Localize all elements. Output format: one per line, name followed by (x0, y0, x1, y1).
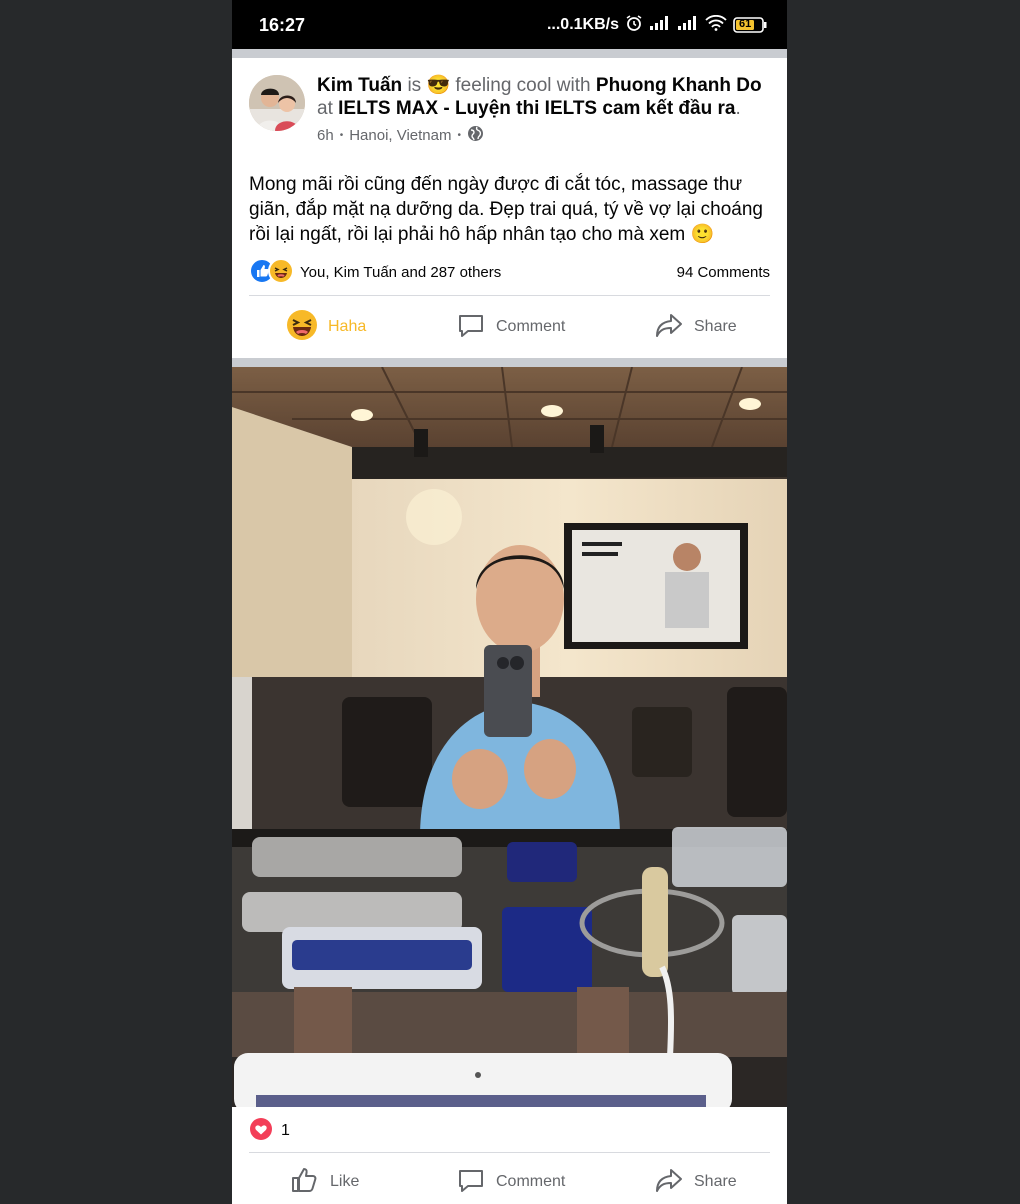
alarm-icon (625, 14, 643, 37)
comment-icon (456, 310, 486, 345)
photo-reactions[interactable]: 1 (249, 1117, 290, 1146)
author-name[interactable]: Kim Tuấn (317, 75, 402, 96)
share-icon-2 (654, 1165, 684, 1200)
share-label: Share (694, 318, 737, 335)
comment-icon-2 (456, 1165, 486, 1200)
network-speed: ...0.1KB/s (546, 16, 619, 33)
actions-divider (249, 295, 770, 296)
feeling-emoji: 😎 (426, 75, 451, 96)
like-button[interactable]: Like (290, 1160, 359, 1204)
photo-separator (232, 358, 787, 367)
status-time: 16:27 (259, 15, 306, 35)
photo-actions-divider (249, 1152, 770, 1153)
globe-icon (467, 125, 484, 146)
post-header-text: Kim Tuấn is 😎 feeling cool with Phuong K… (317, 74, 772, 120)
post-meta: 6h • Hanoi, Vietnam • (317, 125, 484, 146)
signal-icon-2 (677, 15, 699, 36)
tagged-friend[interactable]: Phuong Khanh Do (596, 75, 762, 96)
like-icon (290, 1165, 320, 1200)
battery-level: 61 (739, 18, 752, 30)
comment-label: Comment (496, 318, 566, 335)
share-button[interactable]: Share (654, 302, 737, 352)
photo-share-button[interactable]: Share (654, 1160, 737, 1204)
photo-share-label: Share (694, 1173, 737, 1190)
status-bar: 16:27 ...0.1KB/s 61 (232, 0, 787, 49)
signal-icon (649, 15, 671, 36)
post-location[interactable]: Hanoi, Vietnam (349, 127, 451, 144)
photo-actions: Like Comment Share (232, 1160, 787, 1204)
avatar[interactable] (249, 75, 305, 131)
place-period: . (735, 98, 741, 119)
wifi-icon (705, 14, 727, 36)
photo-comment-label: Comment (496, 1173, 566, 1190)
photo-footer: 1 Like Comment Share (232, 1107, 787, 1204)
reactors-text[interactable]: You, Kim Tuấn and 287 others (300, 264, 501, 281)
caption-text: Mong mãi rồi cũng đến ngày được đi cắt t… (249, 174, 764, 245)
reactions-summary[interactable]: You, Kim Tuấn and 287 others 94 Comments (249, 258, 770, 286)
post: Kim Tuấn is 😎 feeling cool with Phuong K… (232, 58, 787, 358)
place-name[interactable]: IELTS MAX - Luyện thi IELTS cam kết đầu … (338, 98, 735, 119)
post-caption: Mong mãi rồi cũng đến ngày được đi cắt t… (249, 172, 769, 247)
post-actions: Haha Comment Share (232, 302, 787, 352)
photo-reaction-count: 1 (281, 1122, 290, 1139)
comment-button[interactable]: Comment (456, 302, 565, 352)
haha-button[interactable]: Haha (286, 302, 366, 352)
haha-reaction-icon (268, 258, 294, 284)
feeling-text: feeling cool with (455, 75, 591, 96)
love-reaction-icon (249, 1117, 273, 1146)
phone-screen: 16:27 ...0.1KB/s 61 Kim Tuấn is 😎 feelin… (232, 0, 787, 1204)
meta-dot-2: • (457, 130, 462, 141)
post-photo[interactable] (232, 367, 787, 1107)
feed-separator (232, 49, 787, 58)
status-indicators: ...0.1KB/s 61 (547, 13, 767, 37)
selfie-photo-icon (232, 367, 787, 1107)
haha-icon (286, 309, 318, 346)
meta-dot: • (339, 130, 344, 141)
caption-emoji: 🙂 (690, 224, 715, 245)
haha-label: Haha (328, 318, 367, 335)
battery-icon: 61 (733, 17, 767, 33)
like-label: Like (330, 1173, 360, 1190)
post-time[interactable]: 6h (317, 127, 334, 144)
at-text: at (317, 98, 333, 119)
share-icon (654, 310, 684, 345)
comments-count[interactable]: 94 Comments (677, 264, 770, 281)
photo-comment-button[interactable]: Comment (456, 1160, 565, 1204)
is-text: is (407, 75, 422, 96)
